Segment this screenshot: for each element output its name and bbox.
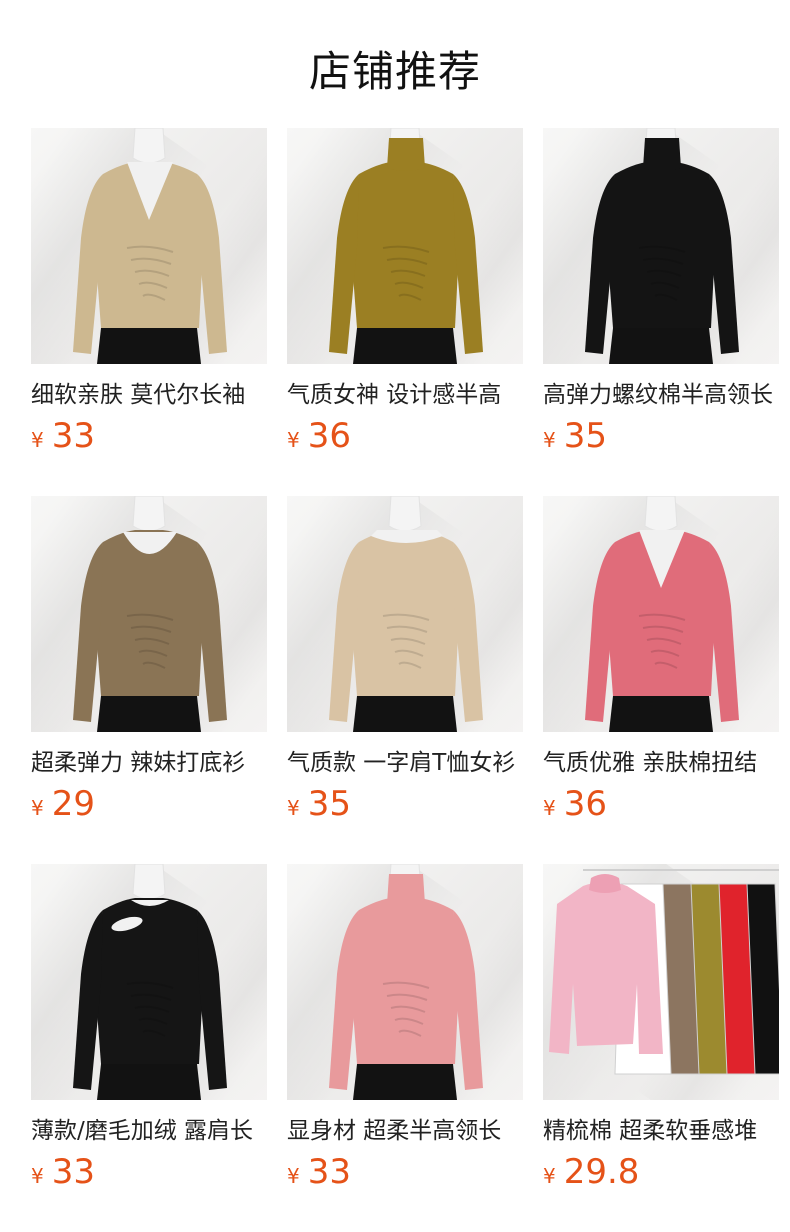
product-name[interactable]: 精梳棉 超柔软垂感堆	[543, 1116, 779, 1146]
product-price: ¥35	[287, 784, 351, 824]
product-price: ¥33	[287, 1152, 351, 1192]
product-image[interactable]	[31, 128, 267, 364]
product-image[interactable]	[287, 128, 523, 364]
product-card[interactable]: 超柔弹力 辣妹打底衫 ¥29	[31, 496, 267, 826]
product-card[interactable]: 高弹力螺纹棉半高领长 ¥35	[543, 128, 779, 458]
currency-symbol: ¥	[31, 428, 44, 452]
price-amount: 33	[51, 1152, 95, 1192]
product-image[interactable]	[31, 864, 267, 1100]
product-image[interactable]	[31, 496, 267, 732]
price-amount: 35	[307, 784, 351, 824]
product-price: ¥29.8	[543, 1152, 639, 1192]
product-name[interactable]: 显身材 超柔半高领长	[287, 1116, 523, 1146]
product-image[interactable]	[287, 496, 523, 732]
garment-illustration	[73, 128, 227, 364]
product-name[interactable]: 薄款/磨毛加绒 露肩长	[31, 1116, 267, 1146]
currency-symbol: ¥	[287, 428, 300, 452]
price-amount: 29.8	[563, 1152, 640, 1192]
garment-illustration	[73, 496, 227, 732]
currency-symbol: ¥	[287, 1164, 300, 1188]
product-image[interactable]	[287, 864, 523, 1100]
product-name[interactable]: 气质款 一字肩T恤女衫	[287, 748, 523, 778]
currency-symbol: ¥	[543, 1164, 556, 1188]
currency-symbol: ¥	[31, 796, 44, 820]
price-amount: 33	[307, 1152, 351, 1192]
garment-illustration	[585, 128, 739, 364]
product-image[interactable]	[543, 128, 779, 364]
currency-symbol: ¥	[543, 796, 556, 820]
product-card[interactable]: 气质优雅 亲肤棉扭结 ¥36	[543, 496, 779, 826]
currency-symbol: ¥	[543, 428, 556, 452]
product-name[interactable]: 气质优雅 亲肤棉扭结	[543, 748, 779, 778]
product-price: ¥36	[287, 416, 351, 456]
currency-symbol: ¥	[287, 796, 300, 820]
product-price: ¥29	[31, 784, 95, 824]
product-name[interactable]: 超柔弹力 辣妹打底衫	[31, 748, 267, 778]
garment-illustration	[549, 869, 779, 1075]
product-card[interactable]: 气质款 一字肩T恤女衫 ¥35	[287, 496, 523, 826]
product-image[interactable]	[543, 496, 779, 732]
product-price: ¥33	[31, 416, 95, 456]
price-amount: 35	[563, 416, 607, 456]
product-card[interactable]: 薄款/磨毛加绒 露肩长 ¥33	[31, 864, 267, 1194]
price-amount: 36	[307, 416, 351, 456]
product-name[interactable]: 气质女神 设计感半高	[287, 380, 523, 410]
garment-illustration	[585, 496, 739, 732]
product-name[interactable]: 细软亲肤 莫代尔长袖	[31, 380, 267, 410]
garment-illustration	[329, 128, 483, 364]
product-price: ¥36	[543, 784, 607, 824]
price-amount: 33	[51, 416, 95, 456]
garment-illustration	[329, 496, 483, 732]
page-title: 店铺推荐	[308, 47, 481, 96]
garment-illustration	[73, 864, 227, 1100]
product-card[interactable]: 气质女神 设计感半高 ¥36	[287, 128, 523, 458]
product-card[interactable]: 显身材 超柔半高领长 ¥33	[287, 864, 523, 1194]
price-amount: 29	[51, 784, 95, 824]
product-name[interactable]: 高弹力螺纹棉半高领长	[543, 380, 779, 410]
product-image[interactable]	[543, 864, 779, 1100]
product-card[interactable]: 精梳棉 超柔软垂感堆 ¥29.8	[543, 864, 779, 1194]
product-price: ¥35	[543, 416, 607, 456]
currency-symbol: ¥	[31, 1164, 44, 1188]
product-price: ¥33	[31, 1152, 95, 1192]
product-card[interactable]: 细软亲肤 莫代尔长袖 ¥33	[31, 128, 267, 458]
product-grid: 细软亲肤 莫代尔长袖 ¥33 气质女神 设计感半高 ¥36 高弹力螺纹棉半高领长 ¥35 超…	[31, 128, 779, 1208]
price-amount: 36	[563, 784, 607, 824]
garment-illustration	[329, 864, 483, 1100]
